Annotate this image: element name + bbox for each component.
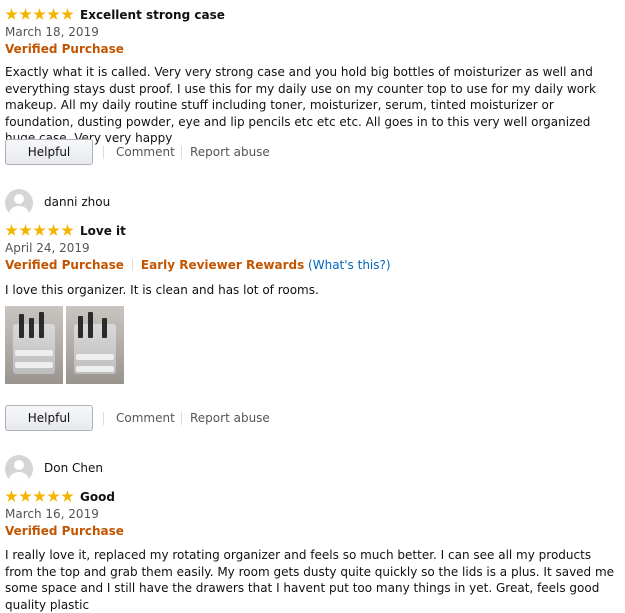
bottle: [19, 314, 24, 338]
reviewer-name[interactable]: Don Chen: [44, 461, 103, 475]
review-actions: Helpful Comment Report abuse: [5, 139, 615, 167]
review-date: April 24, 2019: [5, 241, 90, 255]
review-title-row: Good: [5, 489, 615, 506]
divider: [181, 412, 182, 425]
review-meta: Verified Purchase: [5, 41, 615, 58]
review-images: [5, 306, 125, 384]
verified-purchase-badge: Verified Purchase: [5, 524, 124, 538]
review-title-row: Excellent strong case: [5, 7, 615, 24]
star-icon: [5, 490, 18, 502]
review-meta: Verified Purchase: [5, 523, 615, 540]
review: Excellent strong case March 18, 2019 Ver…: [5, 7, 615, 147]
actions-row: Helpful Comment Report abuse: [5, 139, 615, 167]
review-meta: Verified Purchase Early Reviewer Rewards …: [5, 257, 615, 274]
review-title-row: Love it: [5, 223, 615, 240]
divider: [131, 259, 133, 271]
review-body: I really love it, replaced my rotating o…: [5, 548, 615, 612]
divider: [103, 412, 104, 425]
star-rating[interactable]: [5, 223, 75, 237]
comment-link[interactable]: Comment: [116, 145, 175, 159]
star-icon: [47, 8, 60, 20]
review-date: March 18, 2019: [5, 25, 99, 39]
review-image-thumbnail[interactable]: [5, 306, 63, 384]
actions-row: Helpful Comment Report abuse: [5, 405, 615, 433]
star-icon: [33, 8, 46, 20]
star-rating[interactable]: [5, 489, 75, 503]
bottle: [39, 312, 44, 338]
avatar[interactable]: [5, 189, 33, 217]
review-body: I love this organizer. It is clean and h…: [5, 283, 319, 297]
review-body: Exactly what it is called. Very very str…: [5, 65, 596, 146]
avatar[interactable]: [5, 455, 33, 483]
whats-this-link[interactable]: (What's this?): [308, 258, 391, 272]
star-icon: [19, 224, 32, 236]
review: Don Chen Good March 16, 2019 Verified Pu…: [5, 455, 615, 613]
reviewer-name[interactable]: danni zhou: [44, 195, 110, 209]
review-title[interactable]: Excellent strong case: [80, 8, 225, 22]
verified-purchase-badge: Verified Purchase: [5, 258, 124, 272]
divider: [103, 146, 104, 159]
review-actions: Helpful Comment Report abuse: [5, 405, 615, 433]
star-icon: [19, 8, 32, 20]
star-icon: [19, 490, 32, 502]
early-reviewer-badge: Early Reviewer Rewards: [140, 258, 305, 272]
star-icon: [61, 490, 74, 502]
reviewer-profile[interactable]: danni zhou: [5, 189, 615, 219]
star-icon: [5, 224, 18, 236]
reviewer-profile[interactable]: Don Chen: [5, 455, 615, 485]
bottle: [102, 318, 107, 338]
report-abuse-link[interactable]: Report abuse: [190, 145, 270, 159]
star-rating[interactable]: [5, 7, 75, 21]
report-abuse-link[interactable]: Report abuse: [190, 411, 270, 425]
star-icon: [33, 490, 46, 502]
helpful-button[interactable]: Helpful: [5, 139, 93, 165]
bottle: [88, 312, 93, 338]
star-icon: [47, 490, 60, 502]
review-title[interactable]: Love it: [80, 224, 126, 238]
comment-link[interactable]: Comment: [116, 411, 175, 425]
review: danni zhou Love it April 24, 2019 Verifi…: [5, 189, 615, 299]
review-title[interactable]: Good: [80, 490, 115, 504]
drawer: [76, 354, 114, 360]
verified-purchase-badge: Verified Purchase: [5, 42, 124, 56]
drawer: [15, 350, 53, 356]
helpful-button[interactable]: Helpful: [5, 405, 93, 431]
bottle: [29, 318, 34, 338]
divider: [181, 146, 182, 159]
review-image-thumbnail[interactable]: [66, 306, 124, 384]
star-icon: [5, 8, 18, 20]
drawer: [76, 366, 114, 372]
star-icon: [61, 224, 74, 236]
bottle: [78, 316, 83, 338]
star-icon: [61, 8, 74, 20]
drawer: [15, 362, 53, 368]
star-icon: [33, 224, 46, 236]
star-icon: [47, 224, 60, 236]
review-date: March 16, 2019: [5, 507, 99, 521]
